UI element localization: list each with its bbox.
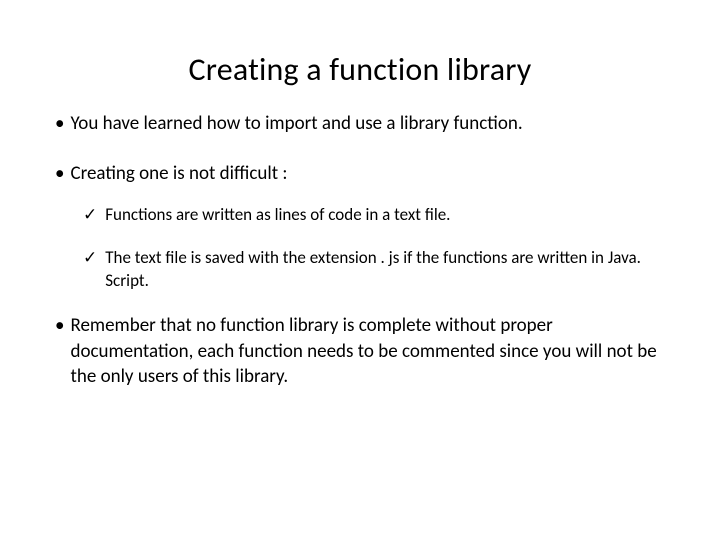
- check-icon: ✓: [83, 247, 97, 270]
- check-icon: ✓: [83, 204, 97, 227]
- bullet-text-1: You have learned how to import and use a…: [70, 111, 522, 137]
- bullet-text-3: Remember that no function library is com…: [70, 313, 665, 390]
- bullet-icon: •: [55, 313, 64, 339]
- check-item-2: ✓ The text file is saved with the extens…: [83, 247, 665, 293]
- bullet-item-2: • Creating one is not difficult :: [55, 161, 665, 187]
- check-text-2: The text file is saved with the extensio…: [105, 247, 665, 293]
- bullet-icon: •: [55, 111, 64, 137]
- bullet-text-2: Creating one is not difficult :: [70, 161, 287, 187]
- check-text-1: Functions are written as lines of code i…: [105, 204, 450, 227]
- bullet-item-1: • You have learned how to import and use…: [55, 111, 665, 137]
- bullet-item-3: • Remember that no function library is c…: [55, 313, 665, 390]
- check-item-1: ✓ Functions are written as lines of code…: [83, 204, 665, 227]
- slide-title: Creating a function library: [55, 50, 665, 89]
- bullet-icon: •: [55, 161, 64, 187]
